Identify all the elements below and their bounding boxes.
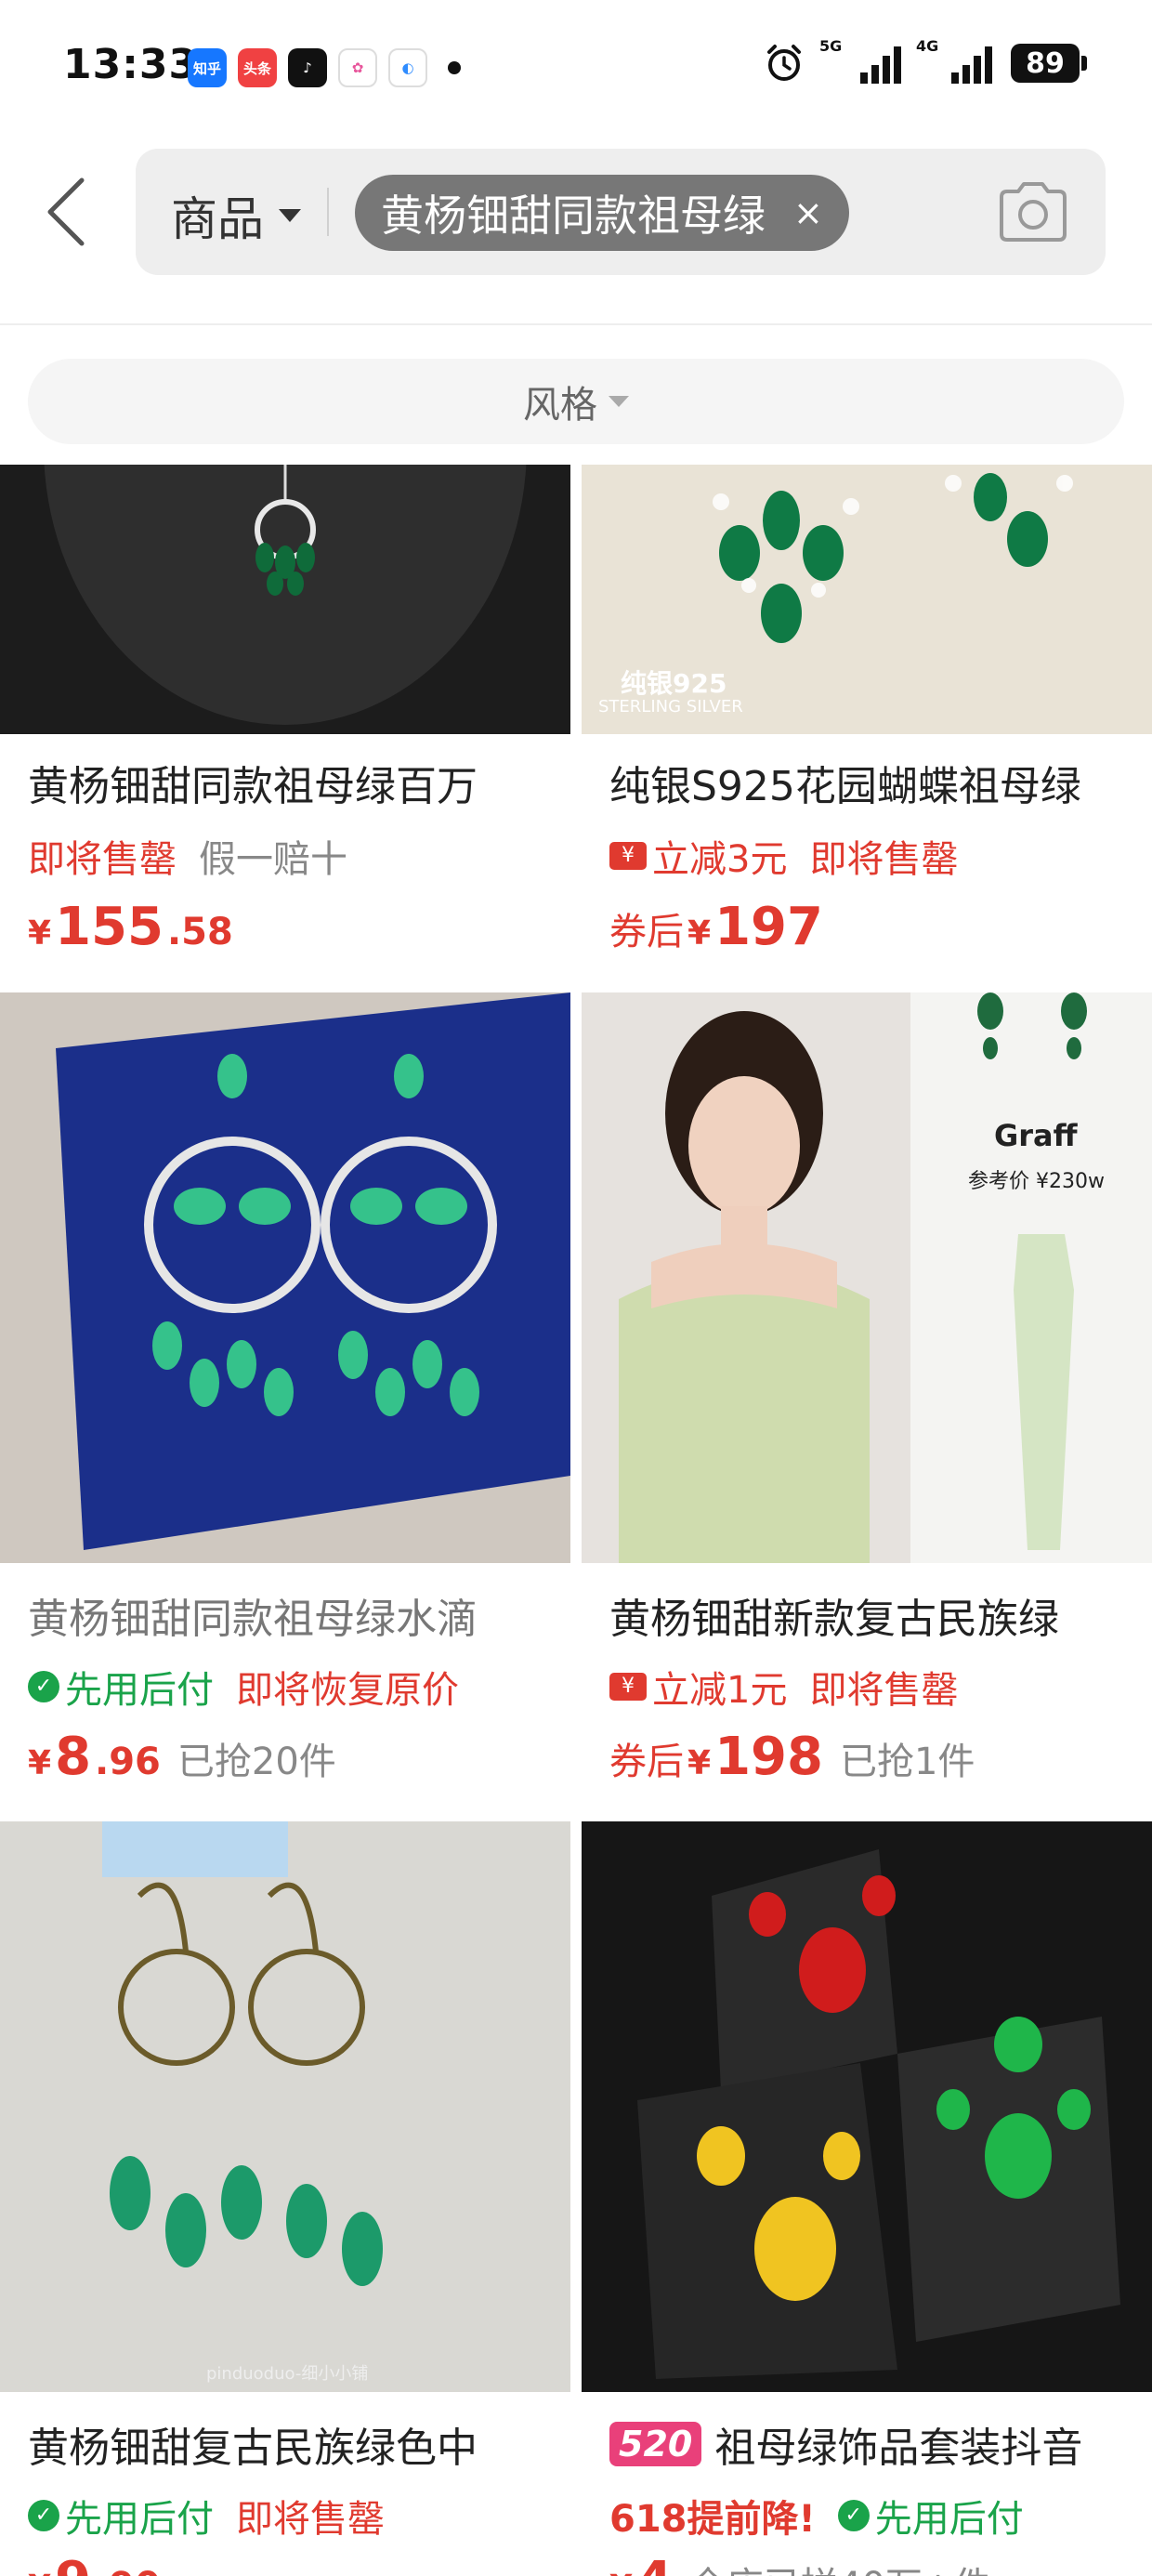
product-tags: ✓ 先用后付 即将售罄: [28, 2489, 385, 2543]
product-card[interactable]: 纯银925 STERLING SILVER 纯银S925花园蝴蝶祖母绿 ¥ 立减…: [582, 465, 1152, 985]
product-tags: ¥ 立减1元 即将售罄: [609, 1660, 958, 1714]
image-watermark: pinduoduo-细小小铺: [206, 2364, 369, 2384]
product-image: [582, 1821, 1152, 2392]
product-tags: 即将售罄 假一赔十: [28, 829, 347, 883]
product-price: ¥ 8 .96 已抢20件: [28, 1727, 336, 1787]
tag-sellout: 即将售罄: [809, 838, 959, 881]
alarm-clock-icon: [767, 45, 801, 81]
zhihu-app-icon: 知乎: [188, 48, 227, 87]
product-price: 券后 ¥ 197: [609, 897, 823, 957]
notification-icons: 知乎 头条 ♪ ✿ ◐: [188, 48, 461, 87]
style-filter[interactable]: 风格: [28, 359, 1124, 444]
coupon-icon: ¥: [609, 842, 647, 870]
sold-count: 全店已拼40万+件: [689, 2556, 990, 2576]
product-price: 券后 ¥ 198 已抢1件: [609, 1727, 975, 1787]
category-dropdown[interactable]: 商品: [171, 182, 301, 249]
status-bar: 13:33 知乎 头条 ♪ ✿ ◐ 5G 4G 89: [0, 0, 1152, 139]
pay-later-icon: ✓: [28, 1671, 59, 1702]
product-tags: ✓ 先用后付 即将恢复原价: [28, 1660, 459, 1714]
product-card[interactable]: pinduoduo-细小小铺 黄杨钿甜复古民族绿色中 ✓ 先用后付 即将售罄 ¥…: [0, 1821, 570, 2576]
product-title: 纯银S925花园蝴蝶祖母绿: [609, 763, 1081, 810]
tag-pay-later: ✓ 先用后付: [28, 2489, 214, 2543]
browser-app-icon: ◐: [388, 48, 427, 87]
search-divider: [327, 188, 329, 236]
product-title: 黄杨钿甜新款复古民族绿: [609, 1596, 1059, 1643]
product-price: ¥ 4 全店已拼40万+件: [609, 2551, 990, 2576]
tag-guarantee: 假一赔十: [199, 838, 347, 881]
search-query-chip[interactable]: 黄杨钿甜同款祖母绿 ×: [355, 175, 849, 251]
tag-sellout: 即将售罄: [236, 2498, 385, 2541]
search-query-text: 黄杨钿甜同款祖母绿: [381, 191, 766, 241]
tag-restore-price: 即将恢复原价: [236, 1669, 459, 1712]
product-image: [0, 465, 570, 734]
image-watermark: 纯银925: [621, 668, 727, 699]
clock: 13:33: [63, 41, 199, 88]
promo-520-badge: 520: [609, 2422, 702, 2466]
product-tags: 618提前降! ✓ 先用后付: [609, 2489, 1024, 2543]
search-header: 商品 黄杨钿甜同款祖母绿 ×: [0, 139, 1152, 325]
chevron-down-icon: [279, 209, 301, 222]
sold-count: 已抢1件: [839, 1741, 975, 1783]
product-title: 520 祖母绿饰品套装抖音: [609, 2414, 1152, 2474]
product-price: ¥ 155 .58: [28, 897, 233, 957]
tag-coupon: ¥ 立减1元: [609, 1660, 787, 1714]
category-label: 商品: [171, 192, 264, 246]
product-title: 黄杨钿甜复古民族绿色中: [28, 2425, 478, 2472]
clear-query-icon[interactable]: ×: [793, 192, 823, 233]
tag-sellout: 即将售罄: [28, 838, 177, 881]
camera-search-icon[interactable]: [996, 178, 1070, 245]
image-reference-price: 参考价 ¥230w: [968, 1170, 1105, 1193]
coupon-icon: ¥: [609, 1673, 647, 1701]
chevron-down-icon: [609, 396, 629, 407]
signal-4g-icon: 4G: [916, 37, 992, 84]
tag-sellout: 即将售罄: [809, 1669, 959, 1712]
more-notifications-dot-icon: [448, 61, 461, 74]
product-image: [0, 992, 570, 1563]
tag-618-promo: 618提前降!: [609, 2498, 816, 2541]
style-filter-label: 风格: [523, 384, 597, 427]
product-card[interactable]: 520 祖母绿饰品套装抖音 618提前降! ✓ 先用后付 ¥ 4 全店已拼40万…: [582, 1821, 1152, 2576]
signal-5g-icon: 5G: [819, 37, 901, 84]
pay-later-icon: ✓: [837, 2500, 870, 2531]
douyin-app-icon: ♪: [288, 48, 327, 87]
pay-later-icon: ✓: [28, 2500, 59, 2531]
system-status: 5G 4G 89: [764, 37, 1087, 84]
battery-icon: 89: [1011, 44, 1087, 83]
toutiao-app-icon: 头条: [238, 48, 277, 87]
product-tags: ¥ 立减3元 即将售罄: [609, 829, 958, 883]
tag-pay-later: ✓ 先用后付: [837, 2489, 1024, 2543]
product-image: 纯银925 STERLING SILVER: [582, 465, 1152, 734]
back-arrow-icon[interactable]: [41, 175, 97, 249]
image-watermark: STERLING SILVER: [598, 697, 743, 716]
gallery-app-icon: ✿: [338, 48, 377, 87]
product-image: Graff 参考价 ¥230w: [582, 992, 1152, 1563]
product-card[interactable]: Graff 参考价 ¥230w 黄杨钿甜新款复古民族绿 ¥ 立减1元 即将售罄 …: [582, 992, 1152, 1814]
product-card[interactable]: 黄杨钿甜同款祖母绿百万 即将售罄 假一赔十 ¥ 155 .58: [0, 465, 570, 985]
product-title: 黄杨钿甜同款祖母绿百万: [28, 763, 478, 810]
search-bar[interactable]: 商品 黄杨钿甜同款祖母绿 ×: [136, 149, 1106, 275]
tag-pay-later: ✓ 先用后付: [28, 1660, 214, 1714]
product-price: ¥ 9 .90: [28, 2551, 161, 2576]
product-image: pinduoduo-细小小铺: [0, 1821, 570, 2392]
product-title: 黄杨钿甜同款祖母绿水滴: [28, 1596, 478, 1643]
sold-count: 已抢20件: [177, 1741, 336, 1783]
product-card[interactable]: 黄杨钿甜同款祖母绿水滴 ✓ 先用后付 即将恢复原价 ¥ 8 .96 已抢20件: [0, 992, 570, 1814]
tag-coupon: ¥ 立减3元: [609, 829, 787, 883]
image-brand-text: Graff: [994, 1118, 1078, 1153]
